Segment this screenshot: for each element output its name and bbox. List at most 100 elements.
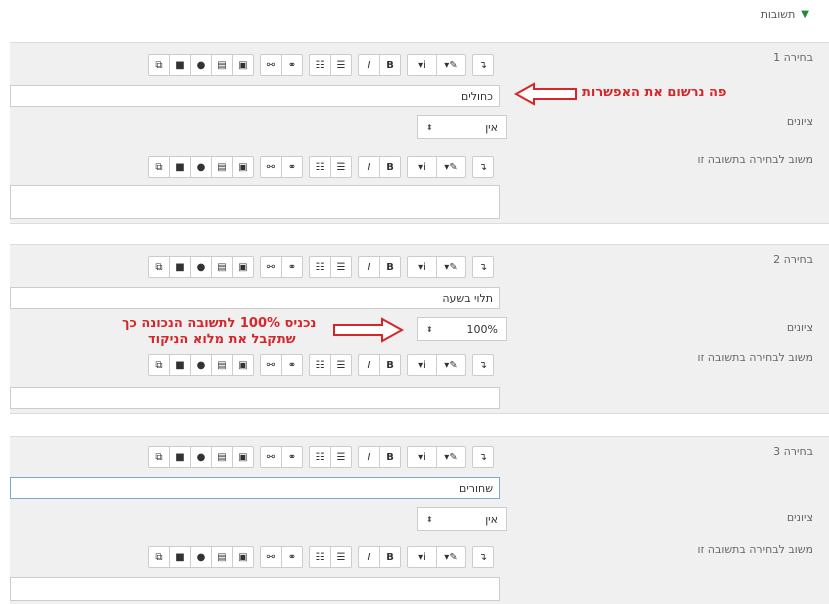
answers-section-header[interactable]: תשובות ▼ bbox=[761, 4, 809, 24]
unlink-button[interactable]: ⚯ bbox=[261, 157, 281, 177]
link-button[interactable]: ⚭ bbox=[281, 447, 302, 467]
style-dropdown-button[interactable]: ▾✎ bbox=[436, 55, 465, 75]
manage-files-button[interactable]: ⧉ bbox=[149, 355, 169, 375]
image-button[interactable]: ▣ bbox=[232, 157, 253, 177]
media-button[interactable]: ▤ bbox=[211, 55, 232, 75]
link-button[interactable]: ⚭ bbox=[281, 55, 302, 75]
editor-toolbar: ↴ ▾✎ ▾i BI ☰ ☷ ⚭ ⚯ ▣ ▤ ● ■ ⧉ bbox=[10, 545, 500, 569]
record-video-button[interactable]: ■ bbox=[169, 257, 190, 277]
unlink-button[interactable]: ⚯ bbox=[261, 55, 281, 75]
style-dropdown-button[interactable]: ▾✎ bbox=[436, 257, 465, 277]
image-button[interactable]: ▣ bbox=[232, 447, 253, 467]
italic-button[interactable]: I bbox=[359, 157, 379, 177]
info-dropdown-button[interactable]: ▾i bbox=[408, 547, 436, 567]
caret-down-icon[interactable]: ▼ bbox=[801, 9, 809, 20]
unlink-button[interactable]: ⚯ bbox=[261, 257, 281, 277]
link-button[interactable]: ⚭ bbox=[281, 547, 302, 567]
numbered-list-button[interactable]: ☷ bbox=[310, 447, 330, 467]
record-video-button[interactable]: ■ bbox=[169, 447, 190, 467]
image-button[interactable]: ▣ bbox=[232, 55, 253, 75]
expand-toolbar-button[interactable]: ↴ bbox=[473, 447, 493, 467]
feedback-editor[interactable] bbox=[10, 577, 500, 601]
media-button[interactable]: ▤ bbox=[211, 547, 232, 567]
bullet-list-button[interactable]: ☰ bbox=[330, 55, 351, 75]
answer-input[interactable]: שחורים bbox=[10, 477, 500, 499]
answer-input[interactable]: תלוי בשעה bbox=[10, 287, 500, 309]
link-button[interactable]: ⚭ bbox=[281, 157, 302, 177]
numbered-list-button[interactable]: ☷ bbox=[310, 547, 330, 567]
numbered-list-button[interactable]: ☷ bbox=[310, 55, 330, 75]
grade-select[interactable]: ⬍ אין bbox=[417, 115, 507, 139]
media-button[interactable]: ▤ bbox=[211, 447, 232, 467]
numbered-list-button[interactable]: ☷ bbox=[310, 355, 330, 375]
expand-toolbar-button[interactable]: ↴ bbox=[473, 257, 493, 277]
record-audio-button[interactable]: ● bbox=[190, 257, 211, 277]
info-dropdown-button[interactable]: ▾i bbox=[408, 157, 436, 177]
expand-toolbar-button[interactable]: ↴ bbox=[473, 355, 493, 375]
image-button[interactable]: ▣ bbox=[232, 355, 253, 375]
info-dropdown-button[interactable]: ▾i bbox=[408, 447, 436, 467]
record-video-button[interactable]: ■ bbox=[169, 157, 190, 177]
italic-button[interactable]: I bbox=[359, 355, 379, 375]
media-button[interactable]: ▤ bbox=[211, 355, 232, 375]
italic-button[interactable]: I bbox=[359, 547, 379, 567]
manage-files-button[interactable]: ⧉ bbox=[149, 157, 169, 177]
record-audio-button[interactable]: ● bbox=[190, 547, 211, 567]
expand-toolbar-button[interactable]: ↴ bbox=[473, 157, 493, 177]
style-dropdown-button[interactable]: ▾✎ bbox=[436, 447, 465, 467]
bold-button[interactable]: B bbox=[379, 157, 400, 177]
image-button[interactable]: ▣ bbox=[232, 547, 253, 567]
info-dropdown-button[interactable]: ▾i bbox=[408, 257, 436, 277]
grade-select[interactable]: ⬍ אין bbox=[417, 507, 507, 531]
unlink-button[interactable]: ⚯ bbox=[261, 355, 281, 375]
annotation-answer-note: פה נרשום את האפשרות bbox=[582, 85, 727, 100]
bold-button[interactable]: B bbox=[379, 355, 400, 375]
grade-select[interactable]: ⬍ 100% bbox=[417, 317, 507, 341]
style-dropdown-button[interactable]: ▾✎ bbox=[436, 157, 465, 177]
style-dropdown-button[interactable]: ▾✎ bbox=[436, 355, 465, 375]
editor-toolbar: ↴ ▾✎ ▾i BI ☰ ☷ ⚭ ⚯ ▣ ▤ ● ■ ⧉ bbox=[10, 255, 500, 279]
italic-button[interactable]: I bbox=[359, 55, 379, 75]
manage-files-button[interactable]: ⧉ bbox=[149, 447, 169, 467]
italic-button[interactable]: I bbox=[359, 447, 379, 467]
unlink-button[interactable]: ⚯ bbox=[261, 447, 281, 467]
bullet-list-button[interactable]: ☰ bbox=[330, 157, 351, 177]
record-audio-button[interactable]: ● bbox=[190, 447, 211, 467]
bullet-list-button[interactable]: ☰ bbox=[330, 447, 351, 467]
record-video-button[interactable]: ■ bbox=[169, 55, 190, 75]
grade-value: אין bbox=[485, 512, 498, 526]
info-dropdown-button[interactable]: ▾i bbox=[408, 55, 436, 75]
record-video-button[interactable]: ■ bbox=[169, 547, 190, 567]
bold-button[interactable]: B bbox=[379, 447, 400, 467]
media-button[interactable]: ▤ bbox=[211, 257, 232, 277]
manage-files-button[interactable]: ⧉ bbox=[149, 257, 169, 277]
media-button[interactable]: ▤ bbox=[211, 157, 232, 177]
link-button[interactable]: ⚭ bbox=[281, 257, 302, 277]
record-audio-button[interactable]: ● bbox=[190, 157, 211, 177]
numbered-list-button[interactable]: ☷ bbox=[310, 157, 330, 177]
link-button[interactable]: ⚭ bbox=[281, 355, 302, 375]
style-dropdown-button[interactable]: ▾✎ bbox=[436, 547, 465, 567]
feedback-editor[interactable] bbox=[10, 185, 500, 219]
bold-button[interactable]: B bbox=[379, 55, 400, 75]
record-audio-button[interactable]: ● bbox=[190, 355, 211, 375]
expand-toolbar-button[interactable]: ↴ bbox=[473, 547, 493, 567]
bold-button[interactable]: B bbox=[379, 257, 400, 277]
bullet-list-button[interactable]: ☰ bbox=[330, 257, 351, 277]
bullet-list-button[interactable]: ☰ bbox=[330, 355, 351, 375]
bullet-list-button[interactable]: ☰ bbox=[330, 547, 351, 567]
manage-files-button[interactable]: ⧉ bbox=[149, 55, 169, 75]
info-dropdown-button[interactable]: ▾i bbox=[408, 355, 436, 375]
expand-toolbar-button[interactable]: ↴ bbox=[473, 55, 493, 75]
image-button[interactable]: ▣ bbox=[232, 257, 253, 277]
manage-files-button[interactable]: ⧉ bbox=[149, 547, 169, 567]
italic-button[interactable]: I bbox=[359, 257, 379, 277]
record-video-button[interactable]: ■ bbox=[169, 355, 190, 375]
answer-input[interactable]: כחולים bbox=[10, 85, 500, 107]
bold-button[interactable]: B bbox=[379, 547, 400, 567]
choice-title: בחירה 3 bbox=[773, 445, 813, 458]
feedback-editor[interactable] bbox=[10, 387, 500, 409]
record-audio-button[interactable]: ● bbox=[190, 55, 211, 75]
numbered-list-button[interactable]: ☷ bbox=[310, 257, 330, 277]
unlink-button[interactable]: ⚯ bbox=[261, 547, 281, 567]
